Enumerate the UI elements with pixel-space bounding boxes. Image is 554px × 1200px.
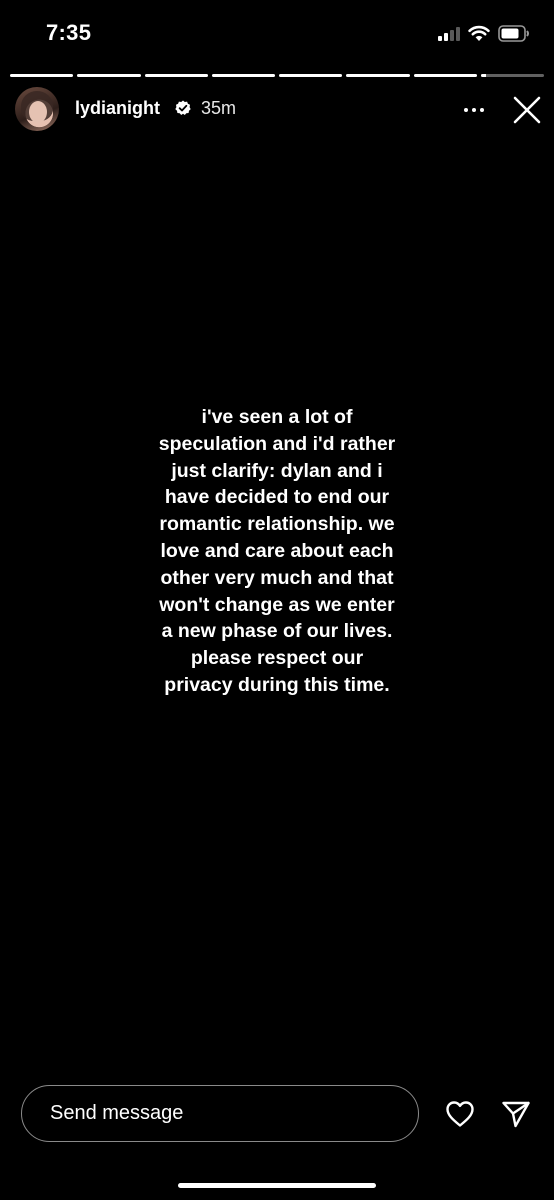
- wifi-icon: [468, 25, 490, 41]
- verified-badge-icon: [175, 100, 191, 115]
- story-progress-bar: [10, 74, 544, 77]
- story-segment: [144, 74, 208, 77]
- story-text-line: just clarify: dylan and i: [171, 459, 383, 482]
- story-segment: [77, 74, 141, 77]
- more-options-icon[interactable]: [462, 100, 486, 120]
- story-text-line: speculation and i'd rather: [158, 432, 396, 455]
- close-icon[interactable]: [513, 96, 541, 124]
- send-message-placeholder: Send message: [50, 1102, 184, 1124]
- story-text-line: romantic relationship. we: [159, 513, 395, 536]
- story-text: i've seen a lot of speculation and i'd ra…: [127, 404, 427, 699]
- status-icons: [438, 22, 530, 44]
- story-segment: [413, 74, 477, 77]
- cellular-signal-icon: [438, 25, 460, 41]
- avatar[interactable]: [15, 87, 59, 131]
- story-text-line: please respect our: [190, 647, 364, 670]
- story-text-line: a new phase of our lives.: [161, 620, 393, 643]
- story-text-line: love and care about each: [160, 539, 394, 562]
- story-text-line: i've seen a lot of: [201, 406, 353, 428]
- story-text-line: privacy during this time.: [164, 673, 390, 696]
- story-segment: [211, 74, 275, 77]
- story-header: lydianight 35m: [0, 86, 554, 134]
- story-text-line: have decided to end our: [164, 486, 390, 509]
- story-segment: [10, 74, 74, 77]
- username[interactable]: lydianight: [75, 98, 160, 119]
- story-segment: [279, 74, 343, 77]
- story-text-line: won't change as we enter: [159, 593, 395, 616]
- status-bar: 7:35: [0, 0, 554, 68]
- clock: 7:35: [46, 20, 92, 45]
- send-icon[interactable]: [500, 1098, 532, 1130]
- home-indicator: [178, 1183, 376, 1188]
- send-message-input[interactable]: Send message: [21, 1085, 419, 1142]
- post-time: 35m: [201, 98, 237, 118]
- story-segment: [346, 74, 410, 77]
- story-text-line: other very much and that: [160, 566, 394, 589]
- story-segment: [480, 74, 544, 77]
- heart-icon[interactable]: [444, 1098, 476, 1130]
- battery-icon: [498, 24, 529, 42]
